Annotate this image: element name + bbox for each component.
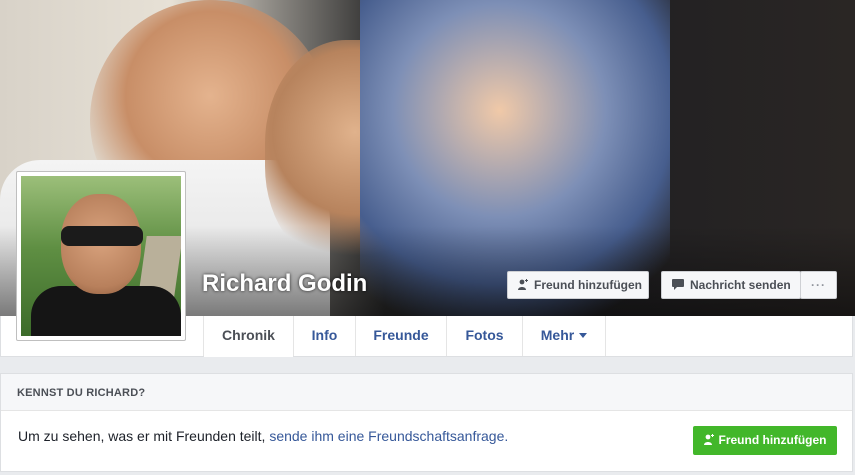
add-friend-button[interactable]: Freund hinzufügen — [507, 271, 649, 299]
send-message-button[interactable]: Nachricht senden — [661, 271, 801, 299]
message-icon — [672, 279, 684, 291]
caret-down-icon — [579, 332, 588, 338]
know-user-card: KENNST DU RICHARD? Um zu sehen, was er m… — [0, 373, 853, 472]
add-friend-icon — [703, 433, 714, 445]
tab-label: Freunde — [373, 327, 429, 343]
friend-request-link[interactable]: sende ihm eine Freundschaftsanfrage — [269, 428, 504, 444]
avatar — [21, 176, 181, 336]
link-suffix: . — [504, 428, 509, 444]
profile-picture[interactable] — [16, 171, 186, 341]
profile-name[interactable]: Richard Godin — [202, 270, 367, 298]
add-friend-icon — [518, 278, 528, 290]
tab-info[interactable]: Info — [293, 316, 355, 356]
know-user-card-text: Um zu sehen, was er mit Freunden teilt, … — [18, 428, 508, 444]
add-friend-label: Freund hinzufügen — [534, 278, 642, 292]
tab-mehr[interactable]: Mehr — [522, 316, 606, 356]
know-user-card-header: KENNST DU RICHARD? — [1, 374, 852, 411]
tab-label: Fotos — [465, 327, 504, 343]
add-friend-green-button[interactable]: Freund hinzufügen — [693, 426, 837, 455]
tab-label: Chronik — [222, 327, 275, 343]
card-description: Um zu sehen, was er mit Freunden teilt, — [18, 428, 270, 444]
add-friend-green-label: Freund hinzufügen — [718, 433, 827, 447]
tab-freunde[interactable]: Freunde — [355, 316, 446, 356]
tab-label: Info — [311, 327, 338, 343]
tab-label: Mehr — [540, 327, 575, 343]
more-dots-icon: ··· — [811, 278, 826, 292]
send-message-label: Nachricht senden — [690, 278, 791, 292]
tab-chronik[interactable]: Chronik — [203, 316, 293, 357]
avatar-sunglasses — [61, 226, 143, 246]
tab-fotos[interactable]: Fotos — [446, 316, 522, 356]
more-options-button[interactable]: ··· — [800, 271, 837, 299]
